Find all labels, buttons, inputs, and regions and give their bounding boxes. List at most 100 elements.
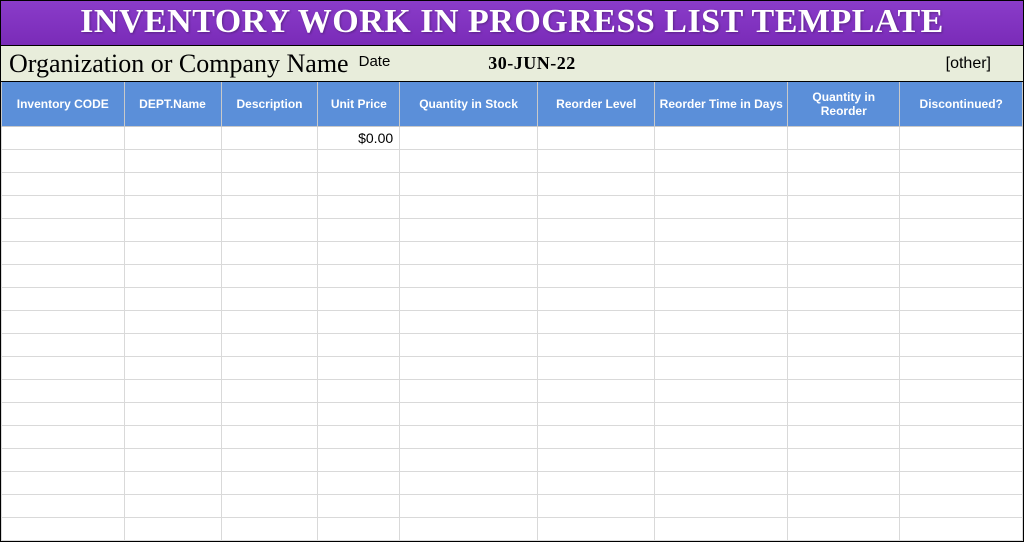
cell-quantity-stock[interactable] (400, 518, 538, 541)
cell-quantity-reorder[interactable] (788, 311, 900, 334)
cell-quantity-stock[interactable] (400, 127, 538, 150)
cell-discontinued[interactable] (900, 334, 1023, 357)
cell-inventory-code[interactable] (2, 403, 125, 426)
cell-inventory-code[interactable] (2, 196, 125, 219)
cell-description[interactable] (221, 357, 318, 380)
cell-description[interactable] (221, 311, 318, 334)
cell-quantity-stock[interactable] (400, 150, 538, 173)
cell-quantity-reorder[interactable] (788, 426, 900, 449)
cell-inventory-code[interactable] (2, 426, 125, 449)
cell-dept-name[interactable] (124, 196, 221, 219)
table-row[interactable] (2, 403, 1023, 426)
cell-reorder-level[interactable] (537, 518, 654, 541)
table-row[interactable] (2, 449, 1023, 472)
cell-unit-price[interactable] (318, 449, 400, 472)
cell-reorder-level[interactable] (537, 196, 654, 219)
cell-reorder-time[interactable] (655, 334, 788, 357)
table-row[interactable] (2, 311, 1023, 334)
cell-unit-price[interactable] (318, 288, 400, 311)
cell-quantity-stock[interactable] (400, 357, 538, 380)
cell-dept-name[interactable] (124, 518, 221, 541)
cell-inventory-code[interactable] (2, 311, 125, 334)
cell-discontinued[interactable] (900, 265, 1023, 288)
cell-quantity-stock[interactable] (400, 495, 538, 518)
cell-quantity-reorder[interactable] (788, 449, 900, 472)
cell-reorder-time[interactable] (655, 150, 788, 173)
table-row[interactable] (2, 150, 1023, 173)
cell-description[interactable] (221, 380, 318, 403)
cell-quantity-reorder[interactable] (788, 265, 900, 288)
table-row[interactable] (2, 288, 1023, 311)
cell-reorder-time[interactable] (655, 403, 788, 426)
cell-reorder-time[interactable] (655, 311, 788, 334)
cell-quantity-stock[interactable] (400, 173, 538, 196)
cell-quantity-reorder[interactable] (788, 173, 900, 196)
cell-quantity-stock[interactable] (400, 426, 538, 449)
cell-reorder-level[interactable] (537, 403, 654, 426)
cell-quantity-reorder[interactable] (788, 357, 900, 380)
cell-dept-name[interactable] (124, 495, 221, 518)
cell-quantity-reorder[interactable] (788, 196, 900, 219)
table-row[interactable] (2, 219, 1023, 242)
cell-description[interactable] (221, 334, 318, 357)
cell-dept-name[interactable] (124, 219, 221, 242)
cell-reorder-level[interactable] (537, 311, 654, 334)
cell-reorder-time[interactable] (655, 173, 788, 196)
cell-reorder-level[interactable] (537, 288, 654, 311)
cell-description[interactable] (221, 403, 318, 426)
cell-inventory-code[interactable] (2, 472, 125, 495)
cell-quantity-stock[interactable] (400, 403, 538, 426)
cell-reorder-level[interactable] (537, 426, 654, 449)
cell-unit-price[interactable] (318, 472, 400, 495)
cell-reorder-time[interactable] (655, 426, 788, 449)
cell-quantity-stock[interactable] (400, 265, 538, 288)
table-row[interactable] (2, 495, 1023, 518)
cell-quantity-reorder[interactable] (788, 518, 900, 541)
cell-unit-price[interactable] (318, 334, 400, 357)
cell-dept-name[interactable] (124, 472, 221, 495)
cell-reorder-time[interactable] (655, 472, 788, 495)
cell-quantity-stock[interactable] (400, 288, 538, 311)
cell-reorder-time[interactable] (655, 219, 788, 242)
cell-quantity-reorder[interactable] (788, 472, 900, 495)
table-row[interactable] (2, 196, 1023, 219)
cell-unit-price[interactable] (318, 196, 400, 219)
cell-inventory-code[interactable] (2, 518, 125, 541)
cell-discontinued[interactable] (900, 472, 1023, 495)
cell-quantity-reorder[interactable] (788, 380, 900, 403)
table-row[interactable] (2, 426, 1023, 449)
cell-reorder-level[interactable] (537, 242, 654, 265)
cell-unit-price[interactable]: $0.00 (318, 127, 400, 150)
cell-discontinued[interactable] (900, 196, 1023, 219)
table-row[interactable] (2, 357, 1023, 380)
cell-quantity-reorder[interactable] (788, 495, 900, 518)
cell-discontinued[interactable] (900, 311, 1023, 334)
cell-dept-name[interactable] (124, 311, 221, 334)
cell-dept-name[interactable] (124, 150, 221, 173)
cell-discontinued[interactable] (900, 357, 1023, 380)
cell-quantity-reorder[interactable] (788, 219, 900, 242)
cell-inventory-code[interactable] (2, 357, 125, 380)
cell-discontinued[interactable] (900, 380, 1023, 403)
cell-discontinued[interactable] (900, 150, 1023, 173)
cell-dept-name[interactable] (124, 127, 221, 150)
cell-unit-price[interactable] (318, 426, 400, 449)
cell-reorder-level[interactable] (537, 265, 654, 288)
cell-discontinued[interactable] (900, 173, 1023, 196)
cell-reorder-level[interactable] (537, 334, 654, 357)
cell-description[interactable] (221, 472, 318, 495)
cell-quantity-stock[interactable] (400, 334, 538, 357)
cell-discontinued[interactable] (900, 426, 1023, 449)
cell-inventory-code[interactable] (2, 127, 125, 150)
cell-reorder-time[interactable] (655, 357, 788, 380)
cell-reorder-time[interactable] (655, 196, 788, 219)
table-row[interactable] (2, 472, 1023, 495)
cell-inventory-code[interactable] (2, 334, 125, 357)
table-row[interactable] (2, 518, 1023, 541)
cell-inventory-code[interactable] (2, 173, 125, 196)
cell-reorder-level[interactable] (537, 449, 654, 472)
table-row[interactable] (2, 334, 1023, 357)
cell-inventory-code[interactable] (2, 150, 125, 173)
cell-quantity-reorder[interactable] (788, 242, 900, 265)
cell-discontinued[interactable] (900, 449, 1023, 472)
